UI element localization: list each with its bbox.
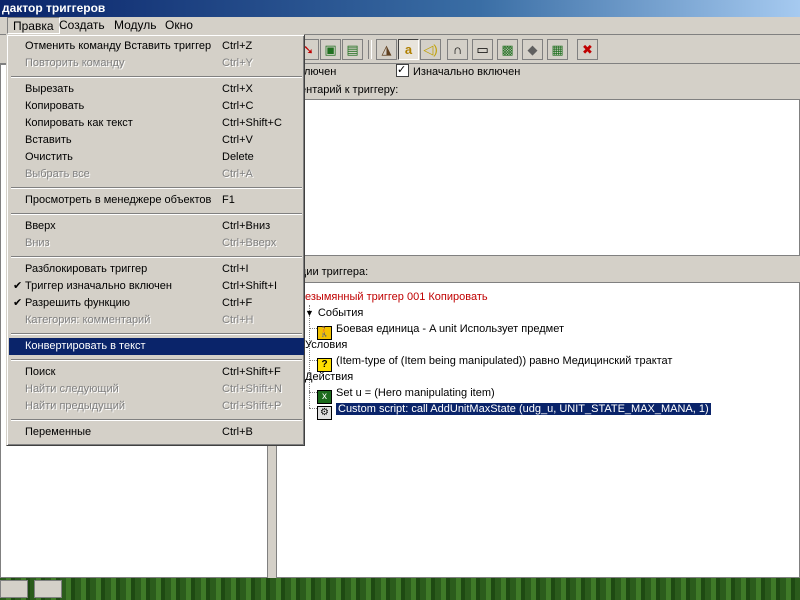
check-mark-icon: ✔ xyxy=(13,297,23,309)
menu-module[interactable]: Модуль xyxy=(109,17,162,34)
condition-text: (Item-type of (Item being manipulated)) … xyxy=(336,355,673,367)
menu-item-redo[interactable]: Повторить команду Ctrl+Y xyxy=(9,55,304,72)
menu-create[interactable]: Создать xyxy=(54,17,110,34)
check-mark-icon: ✔ xyxy=(13,280,23,292)
trigger-name: езымянный триггер 001 Копировать xyxy=(305,291,488,303)
event-text: Боевая единица - A unit Использует предм… xyxy=(336,323,564,335)
comment-label: ентарий к триггеру: xyxy=(300,84,399,96)
menu-item-clear[interactable]: Очистить Delete xyxy=(9,149,304,166)
menu-item-convert-to-text[interactable]: Конвертировать в текст xyxy=(9,338,304,355)
actions-label: Действия xyxy=(305,371,354,383)
menu-item-find-next[interactable]: Найти следующий Ctrl+Shift+N xyxy=(9,381,304,398)
terrain-strip xyxy=(0,578,800,600)
menu-item-paste[interactable]: Вставить Ctrl+V xyxy=(9,132,304,149)
enabled-label: лючен xyxy=(304,66,337,78)
menu-item-find-previous[interactable]: Найти предыдущий Ctrl+Shift+P xyxy=(9,398,304,415)
map-paste-icon[interactable]: ▣ xyxy=(320,39,341,60)
comment-textarea[interactable] xyxy=(276,99,800,256)
import-icon[interactable]: ▦ xyxy=(547,39,568,60)
menu-item-variables[interactable]: Переменные Ctrl+B xyxy=(9,424,304,441)
menu-item-search[interactable]: Поиск Ctrl+Shift+F xyxy=(9,364,304,381)
events-node[interactable]: ▼ События xyxy=(305,305,363,321)
object-icon[interactable]: ▭ xyxy=(472,39,493,60)
item-icon[interactable]: ◆ xyxy=(522,39,543,60)
unit-icon[interactable]: ▩ xyxy=(497,39,518,60)
menu-item-copy[interactable]: Копировать Ctrl+C xyxy=(9,98,304,115)
trigger-functions-tree[interactable]: езымянный триггер 001 Копировать ▼ Событи… xyxy=(276,282,800,578)
event-row[interactable]: 🚶 Боевая единица - A unit Использует пред… xyxy=(317,321,564,340)
custom-script-icon: ⚙ xyxy=(317,406,332,420)
menu-item-move-down[interactable]: Вниз Ctrl+Вверх xyxy=(9,235,304,252)
enabled-checkbox-row[interactable]: лючен xyxy=(304,64,336,80)
menu-item-initially-enabled[interactable]: ✔ Триггер изначально включен Ctrl+Shift+I xyxy=(9,278,304,295)
menu-item-select-all[interactable]: Выбрать все Ctrl+A xyxy=(9,166,304,183)
menu-item-view-in-object-manager[interactable]: Просмотреть в менеджере объектов F1 xyxy=(9,192,304,209)
events-node-icon: ▼ xyxy=(305,308,314,318)
menu-item-enable-function[interactable]: ✔ Разрешить функцию Ctrl+F xyxy=(9,295,304,312)
menu-item-cut[interactable]: Вырезать Ctrl+X xyxy=(9,81,304,98)
close-icon[interactable]: ✖ xyxy=(577,39,598,60)
action-set-text: Set u = (Hero manipulating item) xyxy=(336,387,495,399)
trigger-name-row[interactable]: езымянный триггер 001 Копировать xyxy=(305,289,488,305)
menu-item-undo[interactable]: Отменить команду Вставить триггер Ctrl+Z xyxy=(9,38,304,55)
window-title: дактор триггеров xyxy=(2,1,106,15)
events-label: События xyxy=(317,307,364,319)
menu-item-copy-as-text[interactable]: Копировать как текст Ctrl+Shift+C xyxy=(9,115,304,132)
terrain-icon[interactable]: ◮ xyxy=(376,39,397,60)
menu-edit[interactable]: Правка xyxy=(7,17,60,34)
menu-window[interactable]: Окно xyxy=(160,17,198,34)
menu-item-move-up[interactable]: Вверх Ctrl+Вниз xyxy=(9,218,304,235)
sound-icon[interactable]: ◁) xyxy=(420,39,441,60)
menu-item-category-comment[interactable]: Категория: комментарий Ctrl+H xyxy=(9,312,304,329)
menu-bar: Правка Создать Модуль Окно xyxy=(0,17,800,35)
status-box-2 xyxy=(34,580,62,598)
condition-row[interactable]: ? (Item-type of (Item being manipulated))… xyxy=(317,353,673,372)
window-title-bar: дактор триггеров xyxy=(0,0,800,17)
headphones-icon[interactable]: ∩ xyxy=(447,39,468,60)
conditions-node[interactable]: Условия xyxy=(305,337,347,353)
initially-enabled-checkbox[interactable] xyxy=(396,62,409,78)
conditions-label: Условия xyxy=(305,339,348,351)
initially-enabled-checkbox-row[interactable]: Изначально включен xyxy=(396,62,521,80)
status-box-1 xyxy=(0,580,28,598)
action-set-row[interactable]: x Set u = (Hero manipulating item) xyxy=(317,385,495,404)
initially-enabled-label: Изначально включен xyxy=(413,66,521,78)
menu-item-unlock-trigger[interactable]: Разблокировать триггер Ctrl+I xyxy=(9,261,304,278)
functions-label: ции триггера: xyxy=(300,266,369,278)
action-script-row[interactable]: ⚙ Custom script: call AddUnitMaxState (ud… xyxy=(317,401,711,420)
action-script-text: Custom script: call AddUnitMaxState (udg… xyxy=(336,403,711,415)
actions-node[interactable]: Действия xyxy=(305,369,353,385)
text-a-icon[interactable]: a xyxy=(398,39,419,60)
save-test-icon[interactable]: ▤ xyxy=(342,39,363,60)
edit-menu-dropdown: Отменить команду Вставить триггер Ctrl+Z … xyxy=(6,34,305,446)
